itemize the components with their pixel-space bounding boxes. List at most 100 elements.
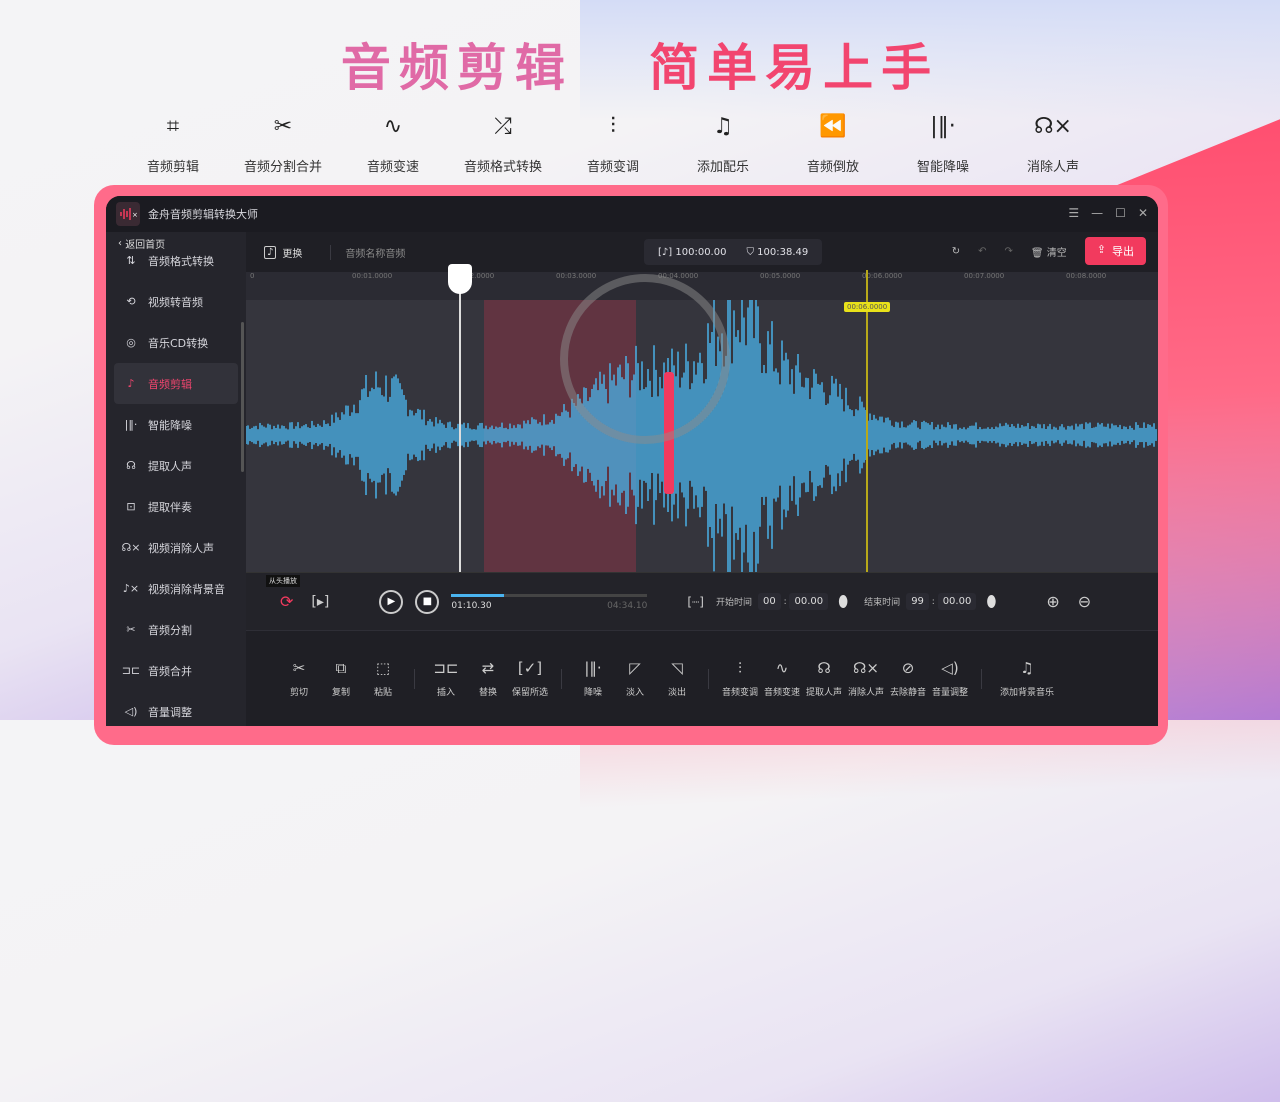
select-range-icon[interactable]: [┈]	[687, 595, 704, 609]
ruler-tick-label: 00:08.0000	[1066, 272, 1107, 280]
music-file-icon: ♪	[264, 245, 277, 259]
maximize-icon[interactable]: ☐	[1115, 206, 1126, 220]
stop-button[interactable]: ■	[415, 589, 440, 614]
feature-item[interactable]: ☊× 消除人声	[998, 110, 1108, 176]
sidebar-item-label: 音频分割	[148, 623, 192, 637]
tool-button[interactable]: ◁) 音量调整	[929, 659, 971, 698]
tool-button[interactable]: [✓] 保留所选	[509, 659, 551, 698]
clear-button[interactable]: 🗑 清空	[1031, 244, 1067, 259]
tool-button[interactable]: ☊ 提取人声	[803, 659, 845, 698]
tool-button[interactable]: ☊× 消除人声	[845, 659, 887, 698]
playhead-line[interactable]	[459, 270, 461, 572]
refresh-icon[interactable]: ↻	[952, 246, 960, 257]
tool-label: 淡入	[625, 688, 644, 698]
tool-button[interactable]: ♫ 添加背景音乐	[992, 659, 1062, 698]
start-sec-input[interactable]: 00.00	[789, 593, 829, 610]
feature-item[interactable]: ♫ 添加配乐	[668, 110, 778, 176]
tool-button[interactable]: ⊐⊏ 插入	[425, 659, 467, 698]
feature-item[interactable]: ✂ 音频分割合并	[228, 110, 338, 176]
tool-icon: ⊘	[901, 659, 915, 677]
tool-button[interactable]: ◹ 淡出	[656, 659, 698, 698]
tool-button[interactable]: ⬚ 粘贴	[362, 659, 404, 698]
progress-slider[interactable]: 01:10.30 04:34.10	[451, 590, 648, 614]
tool-icon: ◁)	[941, 659, 959, 677]
tool-button[interactable]: ⫶ 音频变调	[719, 659, 761, 698]
close-icon[interactable]: ✕	[1138, 206, 1148, 220]
sidebar-item-label: 音频合并	[148, 664, 192, 678]
tool-button[interactable]: |‖· 降噪	[572, 659, 614, 698]
minimize-icon[interactable]: —	[1091, 206, 1103, 220]
tool-button[interactable]: ∿ 音频变速	[761, 659, 803, 698]
feature-item[interactable]: ⫶ 音频变调	[558, 110, 668, 176]
sidebar-item[interactable]: ♪× 视频消除背景音	[106, 568, 246, 609]
tool-icon: ⬚	[375, 659, 391, 677]
tool-button[interactable]: ⇄ 替换	[467, 659, 509, 698]
progress-fill	[451, 593, 505, 597]
sidebar-item[interactable]: ✂ 音频分割	[106, 609, 246, 650]
play-from-start-button[interactable]: ⟳	[280, 592, 293, 611]
start-min-input[interactable]: 00	[757, 593, 781, 610]
feature-label: 音频倒放	[806, 160, 859, 175]
tool-icon: ♫	[1020, 659, 1034, 677]
sidebar-item-label: 音乐CD转换	[148, 336, 209, 350]
selection-readout: ⛉ 100:38.49	[746, 246, 809, 258]
tool-label: 消除人声	[847, 688, 884, 698]
sidebar-item-label: 音量调整	[148, 705, 192, 719]
feature-label: 音频分割合并	[243, 160, 322, 175]
sidebar-item[interactable]: ♪ 音频剪辑	[114, 363, 238, 404]
play-button[interactable]: ▶	[379, 589, 404, 614]
tool-label: 复制	[331, 688, 350, 698]
tool-icon: ☊×	[853, 659, 879, 677]
editor-toolbar: ♪ 更换 音频名称音频 [♪] 100:00.00 ⛉ 100:38.49 ↻ ↶ ↷ …	[246, 232, 1158, 272]
upload-icon: ⇪	[1096, 243, 1106, 256]
marker-icon[interactable]: ⬮	[986, 592, 996, 612]
sidebar-item-icon: |‖·	[124, 418, 138, 431]
feature-label: 音频变调	[586, 160, 639, 175]
export-button[interactable]: ⇪ 导出	[1084, 237, 1146, 265]
menu-icon[interactable]: ☰	[1068, 206, 1079, 220]
waveform-track[interactable]: 00:06.0000	[246, 264, 1158, 572]
marker-icon[interactable]: ⬮	[838, 592, 848, 612]
feature-item[interactable]: ∿ 音频变速	[338, 110, 448, 176]
feature-item[interactable]: |‖· 智能降噪	[888, 110, 998, 176]
tool-button[interactable]: ⧉ 复制	[320, 659, 362, 698]
divider	[561, 668, 562, 689]
zoom-out-icon[interactable]: ⊖	[1078, 592, 1091, 611]
end-sec-input[interactable]: 00.00	[937, 593, 977, 610]
sidebar-item[interactable]: ☊× 视频消除人声	[106, 527, 246, 568]
tool-button[interactable]: ⊘ 去除静音	[887, 659, 929, 698]
sidebar-item[interactable]: ⟲ 视频转音频	[106, 281, 246, 322]
divider	[414, 668, 415, 689]
rewind-icon: ⏪	[819, 113, 847, 139]
end-min-input[interactable]: 99	[906, 593, 929, 610]
feature-item[interactable]: ⤮ 音频格式转换	[448, 110, 558, 176]
sidebar-scrollbar[interactable]	[241, 322, 244, 472]
playhead-handle[interactable]	[448, 264, 472, 294]
tool-label: 去除静音	[889, 688, 926, 698]
tool-icon: ◸	[629, 659, 641, 677]
sidebar-item-icon: ♪×	[122, 582, 140, 595]
ruler-tick-label: 00:05.0000	[760, 272, 801, 280]
remove-voice-icon: ☊×	[1034, 113, 1072, 139]
sidebar-item-label: 提取伴奏	[148, 500, 192, 514]
sidebar-item[interactable]: ⊐⊏ 音频合并	[106, 650, 246, 691]
sidebar-item[interactable]: ◁) 音量调整	[106, 691, 246, 726]
replace-button[interactable]: ♪ 更换	[264, 245, 302, 260]
sidebar-item[interactable]: ⊡ 提取伴奏	[106, 486, 246, 527]
zoom-in-icon[interactable]: ⊕	[1046, 592, 1059, 611]
feature-item[interactable]: ⌗ 音频剪辑	[118, 110, 228, 176]
undo-icon[interactable]: ↶	[978, 246, 986, 257]
sidebar-item[interactable]: |‖· 智能降噪	[106, 404, 246, 445]
sidebar-item[interactable]: ☊ 提取人声	[106, 445, 246, 486]
tool-icon: ⊐⊏	[433, 659, 459, 677]
tool-button[interactable]: ✂ 剪切	[278, 659, 320, 698]
sliders-icon: ⫶	[610, 113, 616, 139]
sidebar-item[interactable]: ◎ 音乐CD转换	[106, 322, 246, 363]
sidebar-item-icon: ☊	[126, 459, 136, 472]
sidebar-item-label: 音频格式转换	[148, 254, 214, 268]
tool-button[interactable]: ◸ 淡入	[614, 659, 656, 698]
play-selection-button[interactable]: [▸]	[311, 594, 329, 610]
redo-icon[interactable]: ↷	[1005, 246, 1013, 257]
feature-item[interactable]: ⏪ 音频倒放	[778, 110, 888, 176]
tool-label: 剪切	[289, 688, 308, 698]
